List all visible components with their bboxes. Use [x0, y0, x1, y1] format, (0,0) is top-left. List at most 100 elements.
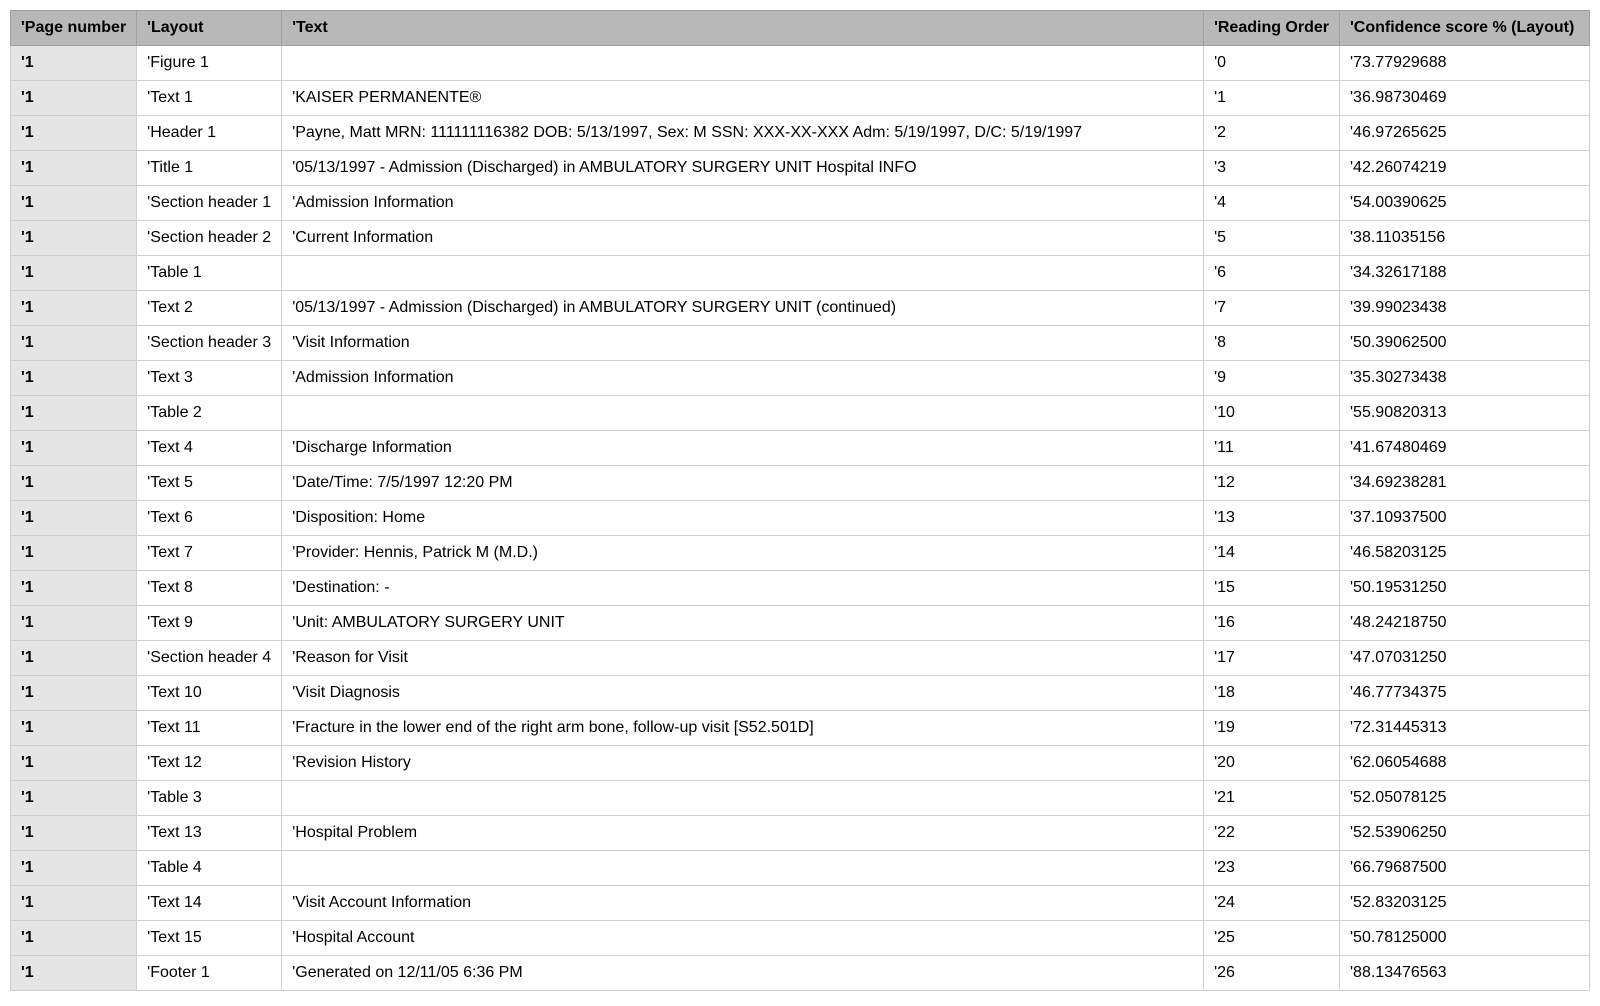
- cell-layout: 'Section header 4: [137, 641, 282, 676]
- cell-layout: 'Table 3: [137, 781, 282, 816]
- cell-page: '1: [11, 361, 137, 396]
- cell-order: '7: [1204, 291, 1340, 326]
- cell-text: 'Admission Information: [282, 186, 1204, 221]
- cell-conf: '36.98730469: [1340, 81, 1590, 116]
- table-row: '1'Figure 1 '0'73.77929688: [11, 46, 1590, 81]
- table-row: '1'Table 1'6'34.32617188: [11, 256, 1590, 291]
- cell-text: 'Provider: Hennis, Patrick M (M.D.): [282, 536, 1204, 571]
- cell-order: '16: [1204, 606, 1340, 641]
- cell-order: '1: [1204, 81, 1340, 116]
- table-row: '1'Table 2'10'55.90820313: [11, 396, 1590, 431]
- table-row: '1'Section header 3'Visit Information'8'…: [11, 326, 1590, 361]
- cell-text: [282, 396, 1204, 431]
- cell-layout: 'Text 8: [137, 571, 282, 606]
- cell-text: 'Visit Diagnosis: [282, 676, 1204, 711]
- cell-page: '1: [11, 956, 137, 991]
- cell-page: '1: [11, 81, 137, 116]
- cell-page: '1: [11, 46, 137, 81]
- cell-order: '20: [1204, 746, 1340, 781]
- cell-text: '05/13/1997 - Admission (Discharged) in …: [282, 151, 1204, 186]
- table-row: '1'Text 4'Discharge Information'11'41.67…: [11, 431, 1590, 466]
- cell-text: 'Unit: AMBULATORY SURGERY UNIT: [282, 606, 1204, 641]
- table-row: '1'Text 7'Provider: Hennis, Patrick M (M…: [11, 536, 1590, 571]
- cell-page: '1: [11, 466, 137, 501]
- table-row: '1'Text 8'Destination: -'15'50.19531250: [11, 571, 1590, 606]
- table-row: '1'Text 6'Disposition: Home'13'37.109375…: [11, 501, 1590, 536]
- cell-order: '26: [1204, 956, 1340, 991]
- cell-conf: '52.53906250: [1340, 816, 1590, 851]
- cell-page: '1: [11, 256, 137, 291]
- cell-page: '1: [11, 641, 137, 676]
- table-row: '1'Text 3'Admission Information'9'35.302…: [11, 361, 1590, 396]
- cell-page: '1: [11, 886, 137, 921]
- cell-page: '1: [11, 781, 137, 816]
- cell-conf: '55.90820313: [1340, 396, 1590, 431]
- table-row: '1'Table 4'23'66.79687500: [11, 851, 1590, 886]
- cell-conf: '34.69238281: [1340, 466, 1590, 501]
- cell-conf: '66.79687500: [1340, 851, 1590, 886]
- cell-layout: 'Text 13: [137, 816, 282, 851]
- cell-order: '23: [1204, 851, 1340, 886]
- cell-order: '17: [1204, 641, 1340, 676]
- cell-text: 'KAISER PERMANENTE®: [282, 81, 1204, 116]
- table-row: '1'Text 13'Hospital Problem'22'52.539062…: [11, 816, 1590, 851]
- table-row: '1'Text 12'Revision History'20'62.060546…: [11, 746, 1590, 781]
- cell-layout: 'Text 11: [137, 711, 282, 746]
- table-row: '1'Text 14'Visit Account Information'24'…: [11, 886, 1590, 921]
- table-row: '1'Text 11'Fracture in the lower end of …: [11, 711, 1590, 746]
- cell-text: 'Admission Information: [282, 361, 1204, 396]
- cell-layout: 'Table 4: [137, 851, 282, 886]
- table-row: '1'Text 1'KAISER PERMANENTE®'1'36.987304…: [11, 81, 1590, 116]
- cell-layout: 'Text 6: [137, 501, 282, 536]
- cell-conf: '41.67480469: [1340, 431, 1590, 466]
- cell-page: '1: [11, 676, 137, 711]
- cell-page: '1: [11, 501, 137, 536]
- cell-layout: 'Header 1: [137, 116, 282, 151]
- table-row: '1'Text 15'Hospital Account'25'50.781250…: [11, 921, 1590, 956]
- cell-layout: 'Footer 1: [137, 956, 282, 991]
- col-reading-order: 'Reading Order: [1204, 11, 1340, 46]
- cell-order: '3: [1204, 151, 1340, 186]
- cell-conf: '48.24218750: [1340, 606, 1590, 641]
- cell-layout: 'Text 7: [137, 536, 282, 571]
- cell-order: '18: [1204, 676, 1340, 711]
- cell-layout: 'Section header 3: [137, 326, 282, 361]
- table-row: '1'Title 1'05/13/1997 - Admission (Disch…: [11, 151, 1590, 186]
- table-row: '1'Section header 2'Current Information'…: [11, 221, 1590, 256]
- cell-text: 'Payne, Matt MRN: 111111116382 DOB: 5/13…: [282, 116, 1204, 151]
- cell-order: '9: [1204, 361, 1340, 396]
- table-row: '1'Text 9'Unit: AMBULATORY SURGERY UNIT'…: [11, 606, 1590, 641]
- table-header-row: 'Page number 'Layout 'Text 'Reading Orde…: [11, 11, 1590, 46]
- cell-order: '25: [1204, 921, 1340, 956]
- cell-order: '4: [1204, 186, 1340, 221]
- cell-order: '24: [1204, 886, 1340, 921]
- cell-page: '1: [11, 921, 137, 956]
- cell-conf: '37.10937500: [1340, 501, 1590, 536]
- cell-text: '05/13/1997 - Admission (Discharged) in …: [282, 291, 1204, 326]
- cell-conf: '50.39062500: [1340, 326, 1590, 361]
- cell-page: '1: [11, 186, 137, 221]
- cell-text: 'Reason for Visit: [282, 641, 1204, 676]
- cell-order: '21: [1204, 781, 1340, 816]
- cell-conf: '73.77929688: [1340, 46, 1590, 81]
- cell-conf: '50.78125000: [1340, 921, 1590, 956]
- cell-layout: 'Text 3: [137, 361, 282, 396]
- cell-order: '0: [1204, 46, 1340, 81]
- cell-text: 'Date/Time: 7/5/1997 12:20 PM: [282, 466, 1204, 501]
- table-row: '1'Text 2'05/13/1997 - Admission (Discha…: [11, 291, 1590, 326]
- cell-text: 'Hospital Problem: [282, 816, 1204, 851]
- table-row: '1'Text 10'Visit Diagnosis'18'46.7773437…: [11, 676, 1590, 711]
- cell-text: 'Disposition: Home: [282, 501, 1204, 536]
- cell-page: '1: [11, 606, 137, 641]
- cell-layout: 'Text 5: [137, 466, 282, 501]
- cell-layout: 'Figure 1: [137, 46, 282, 81]
- col-layout: 'Layout: [137, 11, 282, 46]
- table-row: '1'Table 3 '21'52.05078125: [11, 781, 1590, 816]
- cell-order: '22: [1204, 816, 1340, 851]
- cell-conf: '52.05078125: [1340, 781, 1590, 816]
- cell-page: '1: [11, 536, 137, 571]
- cell-page: '1: [11, 431, 137, 466]
- cell-layout: 'Text 14: [137, 886, 282, 921]
- cell-layout: 'Section header 2: [137, 221, 282, 256]
- cell-page: '1: [11, 746, 137, 781]
